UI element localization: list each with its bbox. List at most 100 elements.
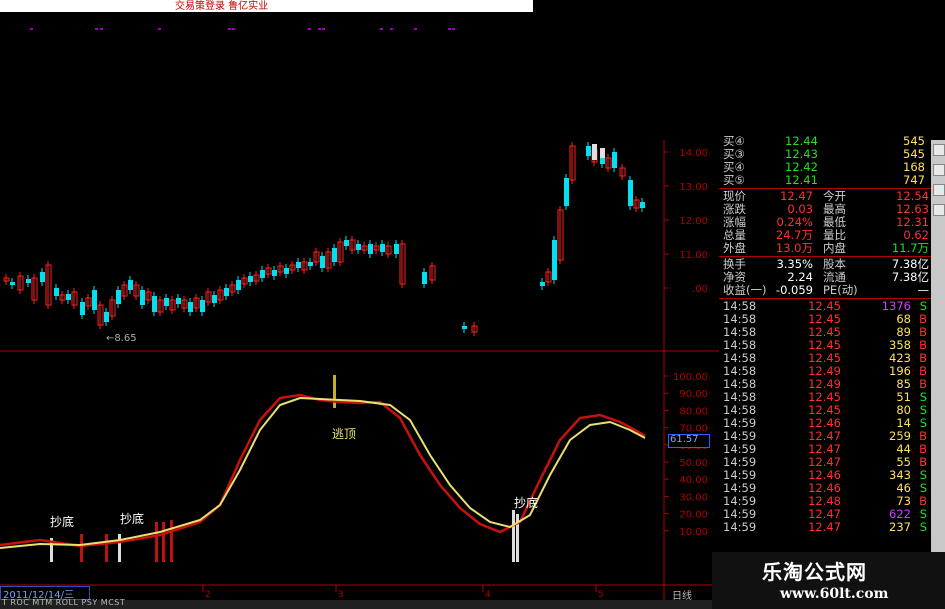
candle-down [394,244,399,254]
signal-marker [322,28,325,30]
candle-down [296,262,301,268]
signal-marker [448,28,451,30]
candle-down [308,262,313,266]
signal-marker [95,28,98,30]
signal-bar [118,534,121,562]
indicator-tick-label: 100.00 [673,372,708,383]
signal-marker [308,28,311,30]
candle-down [236,280,241,290]
signal-marker [414,28,417,30]
indicator-tick-label: 10.00 [679,527,708,538]
indicator-tick-label: 80.00 [679,406,708,417]
candle-down [104,312,109,322]
indicator-tick-label: 70.00 [679,424,708,435]
stat-value: 11.7万 [891,241,929,255]
bid-row: 买③ 12.43 545 [719,148,931,161]
candle-down [152,296,157,312]
signal-bar [80,534,83,562]
bottom-signal-label-3: 抄底 [514,495,538,510]
signal-marker [380,28,383,30]
price-tick-label: 12.00 [679,216,708,227]
stat-value: 13.0万 [775,241,813,255]
quote-panel: 买④ 12.44 545 买③ 12.43 545 买④ 12.42 168 买⑤ 12.41 747… [719,135,931,534]
candle-down [224,288,229,296]
indicator-d-line [0,393,646,548]
candle-down [128,280,133,290]
signal-marker [390,28,393,30]
signal-bar [170,520,173,562]
bottom-signal-label-2: 抄底 [120,511,144,526]
candle-down [540,282,545,286]
indicator-tick-label: 90.00 [679,389,708,400]
candle-down [188,302,193,312]
indicator-axis: 100.0090.0080.0070.0060.0050.0040.0030.0… [664,372,708,538]
date-tick-label: 3 [338,590,344,600]
candle-down [368,244,373,254]
indicator-tick-label: 50.00 [679,458,708,469]
signal-bar [162,522,165,562]
signal-markers [30,28,455,30]
scroll-button-2[interactable] [933,164,945,176]
stat-label: 外盘 [723,241,746,255]
price-tick-label: .00 [692,284,708,295]
bid-row: 买⑤ 12.41 747 [719,174,931,187]
indicator-tabs[interactable]: T ROC MTM ROLL PSY MCST [0,598,712,609]
indicator-tick-label: 20.00 [679,510,708,521]
watermark: 乐淘公式网 www.60lt.com [712,552,945,609]
fund-value: -0.059 [775,283,813,297]
fund-value: — [917,283,930,297]
candle-down [284,268,289,274]
candlesticks [3,142,645,336]
candle-down [344,240,349,246]
current-indicator-value: 61.57 [668,434,710,448]
signal-marker [158,28,161,30]
scroll-button-4[interactable] [933,204,945,216]
tick-row: 14:59 12.47 237 S [719,521,931,534]
candle-down [248,276,253,282]
date-tick-label: 5 [598,590,604,600]
price-tick-label: 11.00 [679,250,708,261]
candle-down [26,279,31,283]
signal-bar [105,534,108,562]
signal-marker [30,28,33,30]
tick-side: S [919,520,927,534]
candle-down [422,272,427,284]
tick-volume: 237 [889,520,911,534]
candle-down [176,298,181,304]
scrollbar[interactable] [931,140,945,609]
price-axis: 14.00 13.00 12.00 11.00 .00 [664,148,708,295]
candle-down [54,288,59,296]
price-tick-label: 13.00 [679,182,708,193]
signal-marker [228,28,231,30]
indicator-tick-label: 40.00 [679,475,708,486]
scroll-up-button[interactable] [933,144,945,156]
date-axis: 2 3 4 5 [202,585,604,600]
candle-down [640,202,645,208]
signal-marker [100,28,103,30]
tick-time: 14:59 [723,520,757,534]
candle-down [80,302,85,315]
candle-flat [592,144,597,160]
low-price-marker: ←8.65 [106,333,137,344]
signal-marker [318,28,321,30]
signal-marker [452,28,455,30]
signal-marker [232,28,235,30]
candle-down [92,290,97,310]
candle-down [272,270,277,276]
fundamental-row: 收益(一) -0.059 PE(动) — [719,284,931,297]
scroll-button-3[interactable] [933,184,945,196]
top-signal-label: 逃顶 [332,427,356,441]
indicator-tick-label: 30.00 [679,492,708,503]
candle-down [380,244,385,252]
bid-row: 买④ 12.42 168 [719,161,931,174]
bid-volume: 747 [903,173,925,187]
stat-row: 外盘 13.0万 内盘 11.7万 [719,242,931,255]
candle-down [586,146,591,156]
price-tick-label: 14.00 [679,148,708,159]
signal-bar [333,375,336,408]
candle-down [356,244,361,250]
fund-label: 收益(一) [723,283,767,297]
fund-label: PE(动) [823,283,858,297]
date-tick-label: 2 [205,590,211,600]
candle-down [164,298,169,306]
